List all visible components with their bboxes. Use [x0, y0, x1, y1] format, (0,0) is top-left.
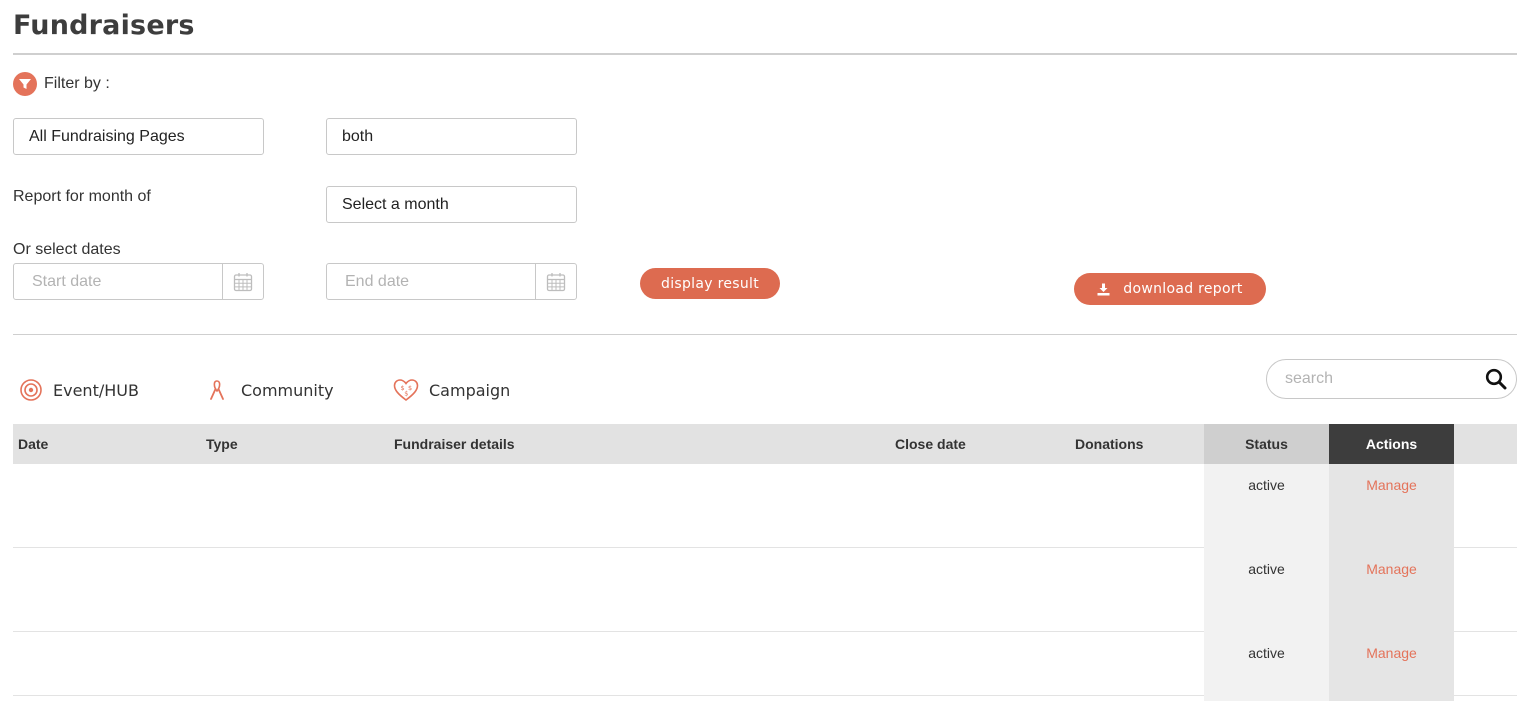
display-result-label: display result: [661, 275, 759, 292]
tab-event-hub[interactable]: Event/HUB: [19, 378, 139, 402]
search-icon: [1485, 368, 1507, 390]
status-cell: active: [1204, 464, 1329, 548]
calendar-icon: [233, 272, 253, 291]
status-select[interactable]: both: [326, 118, 577, 155]
actions-cell: Manage: [1329, 464, 1454, 548]
col-close-date-header[interactable]: Close date: [895, 424, 966, 464]
month-label: Report for month of: [13, 188, 151, 205]
start-calendar-button[interactable]: [222, 264, 263, 299]
status-cell: active: [1204, 548, 1329, 632]
tab-community-label: Community: [241, 380, 334, 400]
title-divider: [13, 53, 1517, 55]
filter-icon: [13, 72, 37, 96]
filter-label: Filter by :: [44, 75, 110, 92]
svg-text:$: $: [408, 384, 412, 392]
manage-link[interactable]: Manage: [1366, 477, 1417, 493]
col-date-header[interactable]: Date: [18, 424, 48, 464]
ribbon-icon: [207, 378, 227, 402]
month-select[interactable]: Select a month: [326, 186, 577, 223]
col-donations-header[interactable]: Donations: [1075, 424, 1143, 464]
page-type-select[interactable]: All Fundraising Pages: [13, 118, 264, 155]
manage-link[interactable]: Manage: [1366, 561, 1417, 577]
section-divider: [13, 334, 1517, 335]
download-report-label: download report: [1123, 281, 1243, 297]
col-actions-header: Actions: [1329, 424, 1454, 464]
tab-campaign-label: Campaign: [429, 380, 511, 400]
manage-link[interactable]: Manage: [1366, 645, 1417, 661]
search-field: [1266, 359, 1517, 399]
col-details-header[interactable]: Fundraiser details: [394, 424, 515, 464]
status-cell: active: [1204, 632, 1329, 701]
tab-campaign[interactable]: $ $ $ Campaign: [393, 378, 510, 402]
page-title: Fundraisers: [13, 10, 195, 41]
download-report-button[interactable]: download report: [1074, 273, 1266, 305]
heart-money-icon: $ $ $: [393, 378, 419, 402]
col-status-header[interactable]: Status: [1204, 424, 1329, 464]
target-icon: [19, 378, 43, 402]
end-calendar-button[interactable]: [535, 264, 576, 299]
download-icon: [1097, 283, 1110, 295]
search-button[interactable]: [1476, 360, 1516, 398]
tab-event-hub-label: Event/HUB: [53, 380, 139, 400]
table-row: active Manage: [13, 548, 1517, 632]
tab-community[interactable]: Community: [207, 378, 334, 402]
col-type-header[interactable]: Type: [206, 424, 238, 464]
search-input[interactable]: [1267, 370, 1476, 388]
table-header: Date Type Fundraiser details Close date …: [13, 424, 1517, 464]
table-row: active Manage: [13, 464, 1517, 548]
dates-label: Or select dates: [13, 241, 121, 258]
actions-cell: Manage: [1329, 548, 1454, 632]
svg-text:$: $: [404, 390, 408, 398]
table-row: active Manage: [13, 632, 1517, 701]
end-date-input[interactable]: [327, 264, 535, 299]
display-result-button[interactable]: display result: [640, 268, 780, 299]
calendar-icon: [546, 272, 566, 291]
filter-header: Filter by :: [13, 72, 110, 96]
start-date-input[interactable]: [14, 264, 222, 299]
fundraisers-table: Date Type Fundraiser details Close date …: [13, 424, 1517, 701]
actions-cell: Manage: [1329, 632, 1454, 701]
start-date-field: [13, 263, 264, 300]
end-date-field: [326, 263, 577, 300]
